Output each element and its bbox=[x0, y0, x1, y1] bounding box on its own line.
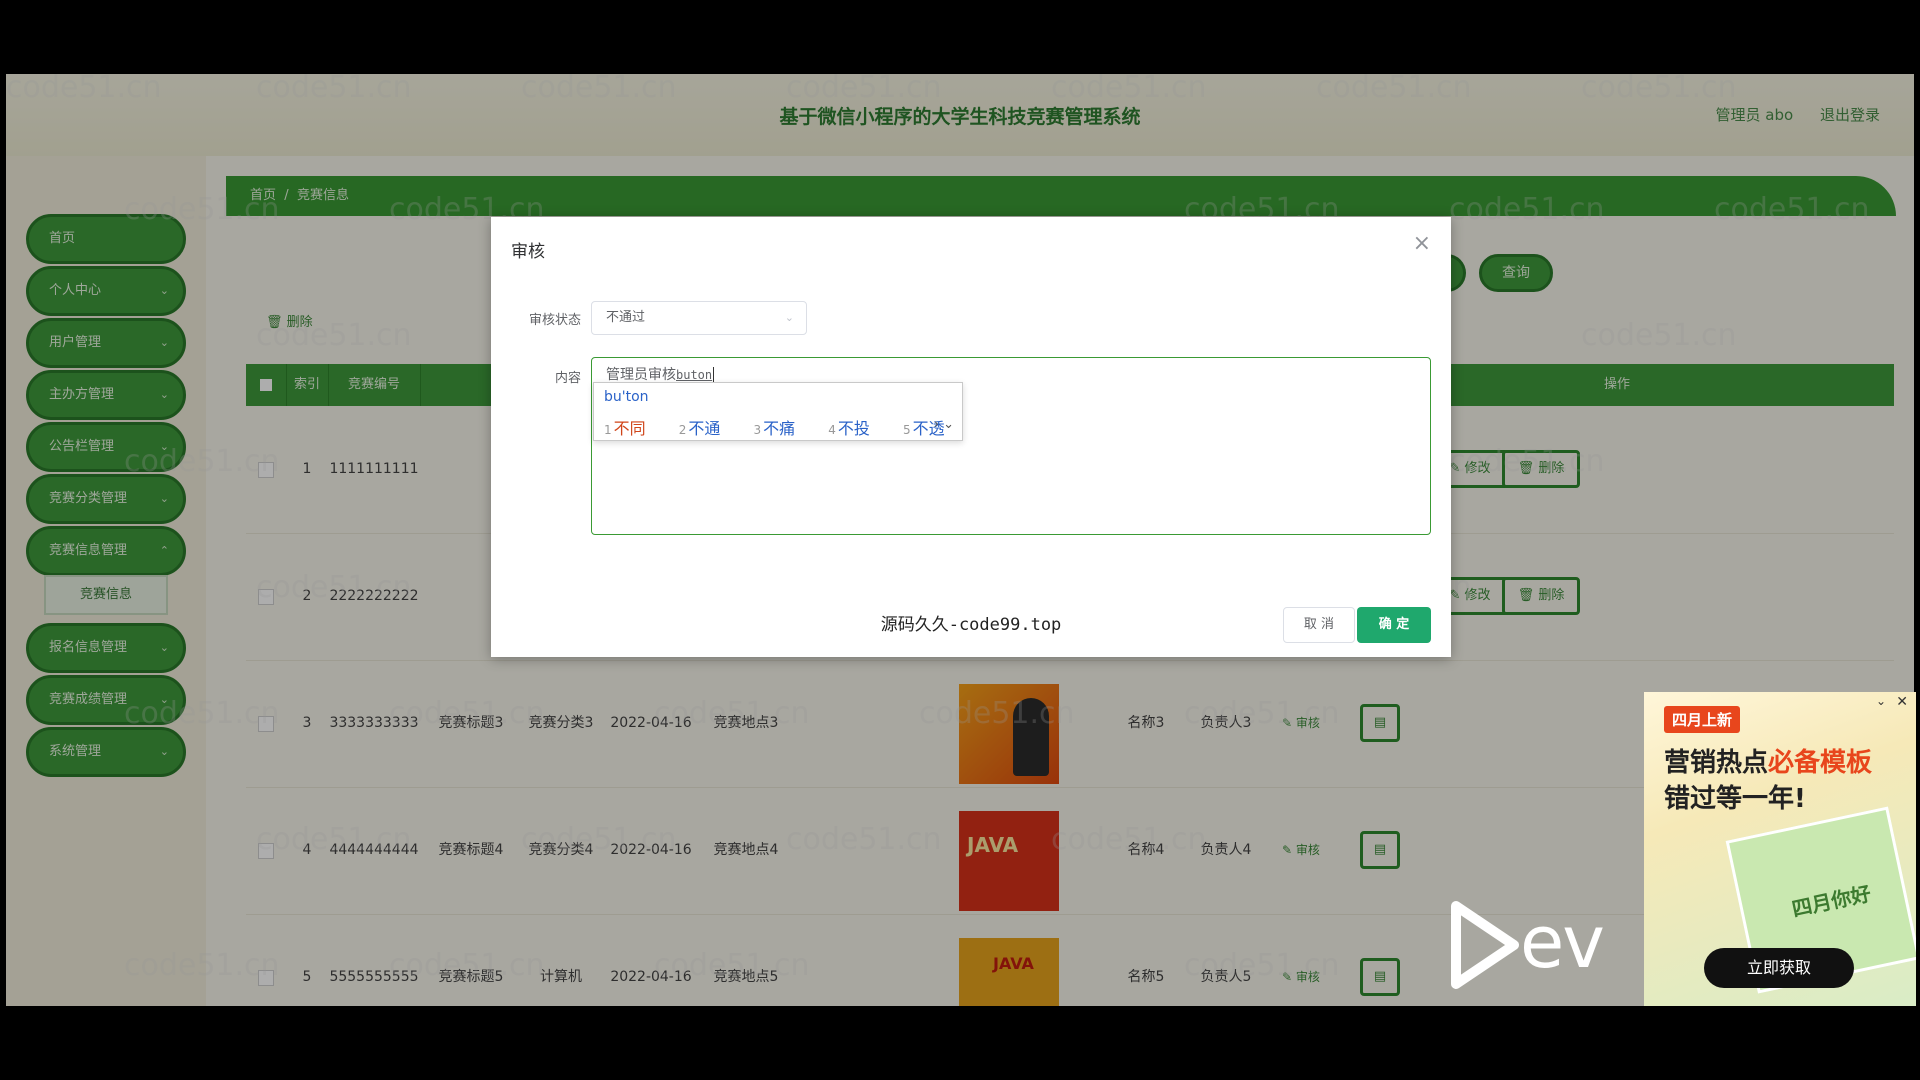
watermark: code51.cn bbox=[786, 822, 942, 857]
watermark: code51.cn bbox=[1051, 822, 1207, 857]
close-icon[interactable]: × bbox=[1413, 231, 1431, 256]
watermark: code51.cn bbox=[1184, 696, 1340, 731]
watermark: code51.cn bbox=[654, 948, 810, 983]
dialog-title: 审核 bbox=[511, 242, 545, 262]
candidate-number: 2 bbox=[678, 423, 687, 437]
ime-candidate[interactable]: 2 不通 bbox=[679, 419, 735, 438]
ime-pinyin: bu'ton bbox=[604, 389, 649, 405]
watermark: code51.cn bbox=[1316, 74, 1472, 105]
ime-candidate-list: 1 不同 2 不通 3 不痛 4 不投 5 不透 bbox=[604, 415, 973, 439]
ime-next-page-icon[interactable]: › ⌄ bbox=[934, 417, 954, 432]
watermark: code51.cn bbox=[256, 74, 412, 105]
watermark: code51.cn bbox=[1581, 74, 1737, 105]
candidate-number: 1 bbox=[604, 423, 612, 437]
content-label: 内容 bbox=[554, 371, 581, 386]
watermark: code51.cn bbox=[786, 74, 942, 105]
watermark: code51.cn bbox=[389, 948, 545, 983]
ad-tag: 四月上新 bbox=[1664, 706, 1741, 733]
ad-headline-highlight: 必备模板 bbox=[1768, 748, 1873, 778]
close-icon[interactable]: ✕ bbox=[1896, 694, 1908, 710]
watermark: code51.cn bbox=[919, 696, 1075, 731]
cancel-button[interactable]: 取 消 bbox=[1283, 607, 1355, 643]
candidate-text: 不通 bbox=[688, 419, 721, 438]
ev-brand-text: ev bbox=[1520, 900, 1605, 984]
watermark: code51.cn bbox=[256, 822, 412, 857]
candidate-number: 3 bbox=[753, 423, 762, 437]
candidate-text: 不痛 bbox=[763, 419, 796, 438]
ime-candidate[interactable]: 1 不同 bbox=[604, 419, 660, 438]
watermark: code51.cn bbox=[1051, 74, 1207, 105]
watermark: code51.cn bbox=[256, 318, 412, 353]
ev-recorder-logo: ev bbox=[1450, 900, 1710, 990]
watermark: code51.cn bbox=[256, 570, 412, 605]
ime-candidate-window: bu'ton 1 不同 2 不通 3 不痛 4 不投 5 不透 › ⌄ bbox=[593, 382, 963, 441]
candidate-text: 不同 bbox=[613, 419, 646, 438]
candidate-number: 5 bbox=[903, 423, 911, 437]
ad-subheadline: 错过等一年! bbox=[1664, 784, 1806, 814]
watermark: code51.cn bbox=[1449, 192, 1605, 227]
watermark: code51.cn bbox=[1184, 948, 1340, 983]
watermark: code51.cn bbox=[1714, 192, 1870, 227]
ad-headline-part: 营销热点 bbox=[1664, 748, 1769, 778]
ad-headline: 营销热点必备模板 bbox=[1664, 742, 1872, 779]
watermark: code51.cn bbox=[521, 822, 677, 857]
composition-text: buton bbox=[676, 368, 713, 382]
confirm-button[interactable]: 确 定 bbox=[1357, 607, 1431, 643]
app-frame: 基于微信小程序的大学生科技竞赛管理系统 管理员 abo 退出登录 首页 个人中心… bbox=[6, 74, 1914, 1006]
status-select-value: 不通过 bbox=[606, 310, 646, 325]
watermark: code51.cn bbox=[124, 444, 280, 479]
ime-candidate[interactable]: 4 不投 bbox=[828, 419, 884, 438]
candidate-text: 不投 bbox=[837, 419, 870, 438]
chevron-down-icon: ⌄ bbox=[784, 311, 794, 324]
text-caret bbox=[713, 367, 715, 383]
status-select[interactable]: 不通过 ⌄ bbox=[591, 301, 807, 335]
ad-card-text: 四月你好 bbox=[1789, 881, 1874, 922]
watermark: code51.cn bbox=[654, 696, 810, 731]
watermark: code51.cn bbox=[1581, 318, 1737, 353]
chevron-down-icon[interactable]: ⌄ bbox=[1876, 694, 1886, 708]
watermark: code51.cn bbox=[124, 192, 280, 227]
candidate-number: 4 bbox=[828, 423, 836, 437]
watermark: code51.cn bbox=[6, 74, 162, 105]
watermark: code51.cn bbox=[521, 74, 677, 105]
watermark: code51.cn bbox=[1449, 444, 1605, 479]
play-icon bbox=[1451, 901, 1519, 989]
content-value: 管理员审核 bbox=[606, 367, 676, 383]
status-label: 审核状态 bbox=[528, 313, 581, 328]
ad-cta-button[interactable]: 立即获取 bbox=[1704, 948, 1854, 988]
ime-candidate[interactable]: 3 不痛 bbox=[754, 419, 810, 438]
watermark: code51.cn bbox=[124, 948, 280, 983]
watermark: code51.cn bbox=[124, 696, 280, 731]
watermark: code51.cn bbox=[389, 696, 545, 731]
